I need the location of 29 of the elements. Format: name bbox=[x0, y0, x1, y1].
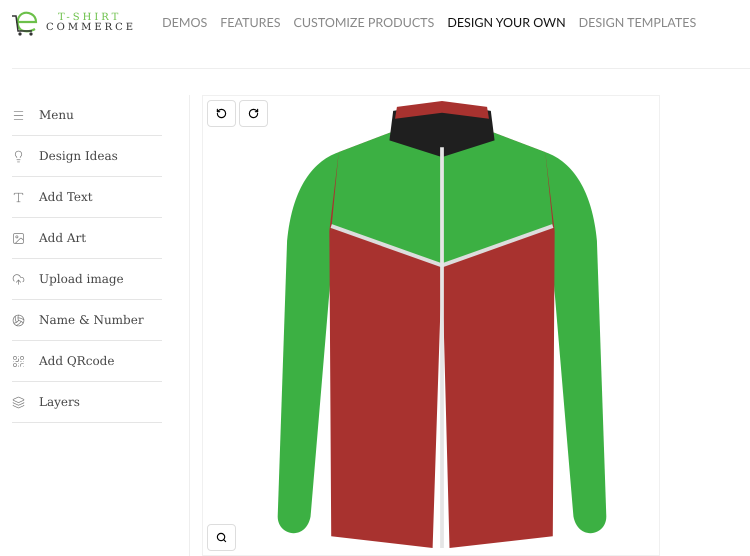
logo-name: COMMERCE bbox=[46, 23, 136, 33]
lightbulb-icon bbox=[12, 150, 25, 162]
sidebar-item[interactable]: Layers bbox=[12, 382, 162, 423]
sidebar-item[interactable]: Upload image bbox=[12, 259, 162, 300]
nav-link[interactable]: CUSTOMIZE PRODUCTS bbox=[294, 14, 434, 32]
sidebar-item[interactable]: Add Art bbox=[12, 218, 162, 259]
logo-tagline: T-SHIRT bbox=[58, 13, 122, 23]
nav-link[interactable]: FEATURES bbox=[220, 14, 281, 32]
nav-link[interactable]: DESIGN TEMPLATES bbox=[578, 14, 696, 32]
ball-icon bbox=[12, 314, 25, 326]
sidebar-item[interactable]: Add Text bbox=[12, 177, 162, 218]
sidebar-item[interactable]: Menu bbox=[12, 95, 162, 136]
sidebar-item[interactable]: Design Ideas bbox=[12, 136, 162, 177]
nav-link[interactable]: DEMOS bbox=[162, 14, 208, 32]
undo-icon bbox=[216, 108, 227, 119]
zoom-button[interactable] bbox=[207, 524, 236, 551]
layers-icon bbox=[12, 396, 25, 408]
search-icon bbox=[216, 532, 227, 543]
qr-code-icon bbox=[12, 354, 25, 368]
menu-icon bbox=[12, 108, 25, 122]
sidebar-item[interactable]: Add QRcode bbox=[12, 341, 162, 382]
undo-button[interactable] bbox=[207, 100, 236, 127]
cloud-upload-icon bbox=[12, 272, 25, 286]
image-icon bbox=[12, 232, 25, 244]
text-icon bbox=[12, 190, 25, 204]
nav-link[interactable]: DESIGN YOUR OWN bbox=[447, 14, 566, 32]
sidebar-item[interactable]: Name & Number bbox=[12, 300, 162, 341]
redo-button[interactable] bbox=[239, 100, 268, 127]
redo-icon bbox=[248, 108, 259, 119]
